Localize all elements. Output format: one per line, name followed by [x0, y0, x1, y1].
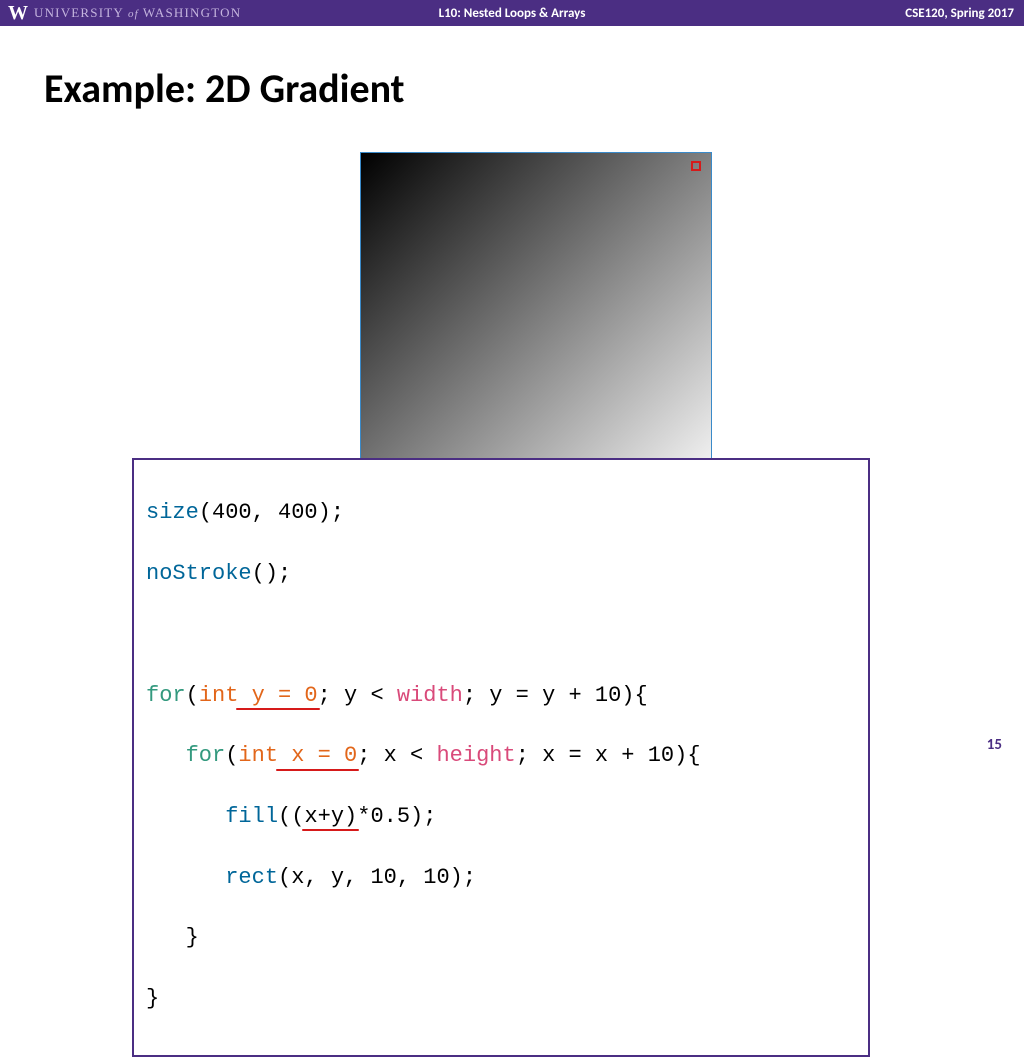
page-title: Example: 2D Gradient — [44, 64, 405, 113]
code-kw-int: int — [238, 743, 278, 768]
code-indent — [146, 804, 225, 829]
code-text: (( — [278, 804, 304, 829]
code-indent — [146, 865, 225, 890]
code-line-1: size(400, 400); — [146, 498, 858, 528]
code-box: size(400, 400); noStroke(); for(int y = … — [132, 458, 870, 1057]
uw-wordmark: UNIVERSITY of WASHINGTON — [34, 5, 241, 21]
code-line-5: for(int x = 0; x < height; x = x + 10){ — [146, 741, 858, 771]
code-text: ( — [225, 743, 238, 768]
code-kw-for: for — [186, 743, 226, 768]
code-line-7: rect(x, y, 10, 10); — [146, 863, 858, 893]
code-fn-size: size — [146, 500, 199, 525]
code-line-3 — [146, 620, 858, 650]
code-text: (x, y, 10, 10); — [278, 865, 476, 890]
uw-logo: W UNIVERSITY of WASHINGTON — [0, 3, 241, 23]
page-number: 15 — [987, 736, 1002, 754]
slide-header: W UNIVERSITY of WASHINGTON L10: Nested L… — [0, 0, 1024, 26]
code-kw-int: int — [199, 683, 239, 708]
code-text: (400, 400); — [199, 500, 344, 525]
code-kw-for: for — [146, 683, 186, 708]
code-decl-x: int x = 0 — [238, 743, 357, 768]
code-underline-x: x = 0 — [278, 741, 357, 771]
code-fn-rect: rect — [225, 865, 278, 890]
code-fn-nostroke: noStroke — [146, 561, 252, 586]
code-line-8: } — [146, 923, 858, 953]
code-text: *0.5); — [357, 804, 436, 829]
red-corner-marker-icon — [691, 161, 701, 171]
gradient-output — [360, 152, 712, 504]
lecture-title: L10: Nested Loops & Arrays — [439, 6, 586, 21]
code-line-9: } — [146, 984, 858, 1014]
code-decl-y: int y = 0 — [199, 683, 318, 708]
code-fn-fill: fill — [225, 804, 278, 829]
code-line-4: for(int y = 0; y < width; y = y + 10){ — [146, 681, 858, 711]
code-text: ( — [186, 683, 199, 708]
course-term: CSE120, Spring 2017 — [905, 6, 1014, 21]
code-text: (); — [252, 561, 292, 586]
code-text: ; y = y + 10){ — [463, 683, 648, 708]
code-text: ; x < — [357, 743, 436, 768]
code-indent — [146, 743, 186, 768]
code-const-width: width — [397, 683, 463, 708]
code-text: ; y < — [318, 683, 397, 708]
code-text: ; x = x + 10){ — [516, 743, 701, 768]
uw-word-2: WASHINGTON — [143, 5, 241, 20]
uw-w-icon: W — [8, 3, 28, 23]
uw-word-of: of — [124, 8, 143, 20]
code-underline-y: y = 0 — [238, 681, 317, 711]
code-const-height: height — [436, 743, 515, 768]
code-line-6: fill((x+y)*0.5); — [146, 802, 858, 832]
code-line-2: noStroke(); — [146, 559, 858, 589]
uw-word-1: UNIVERSITY — [34, 5, 124, 20]
code-underline-xy: x+y) — [304, 802, 357, 832]
